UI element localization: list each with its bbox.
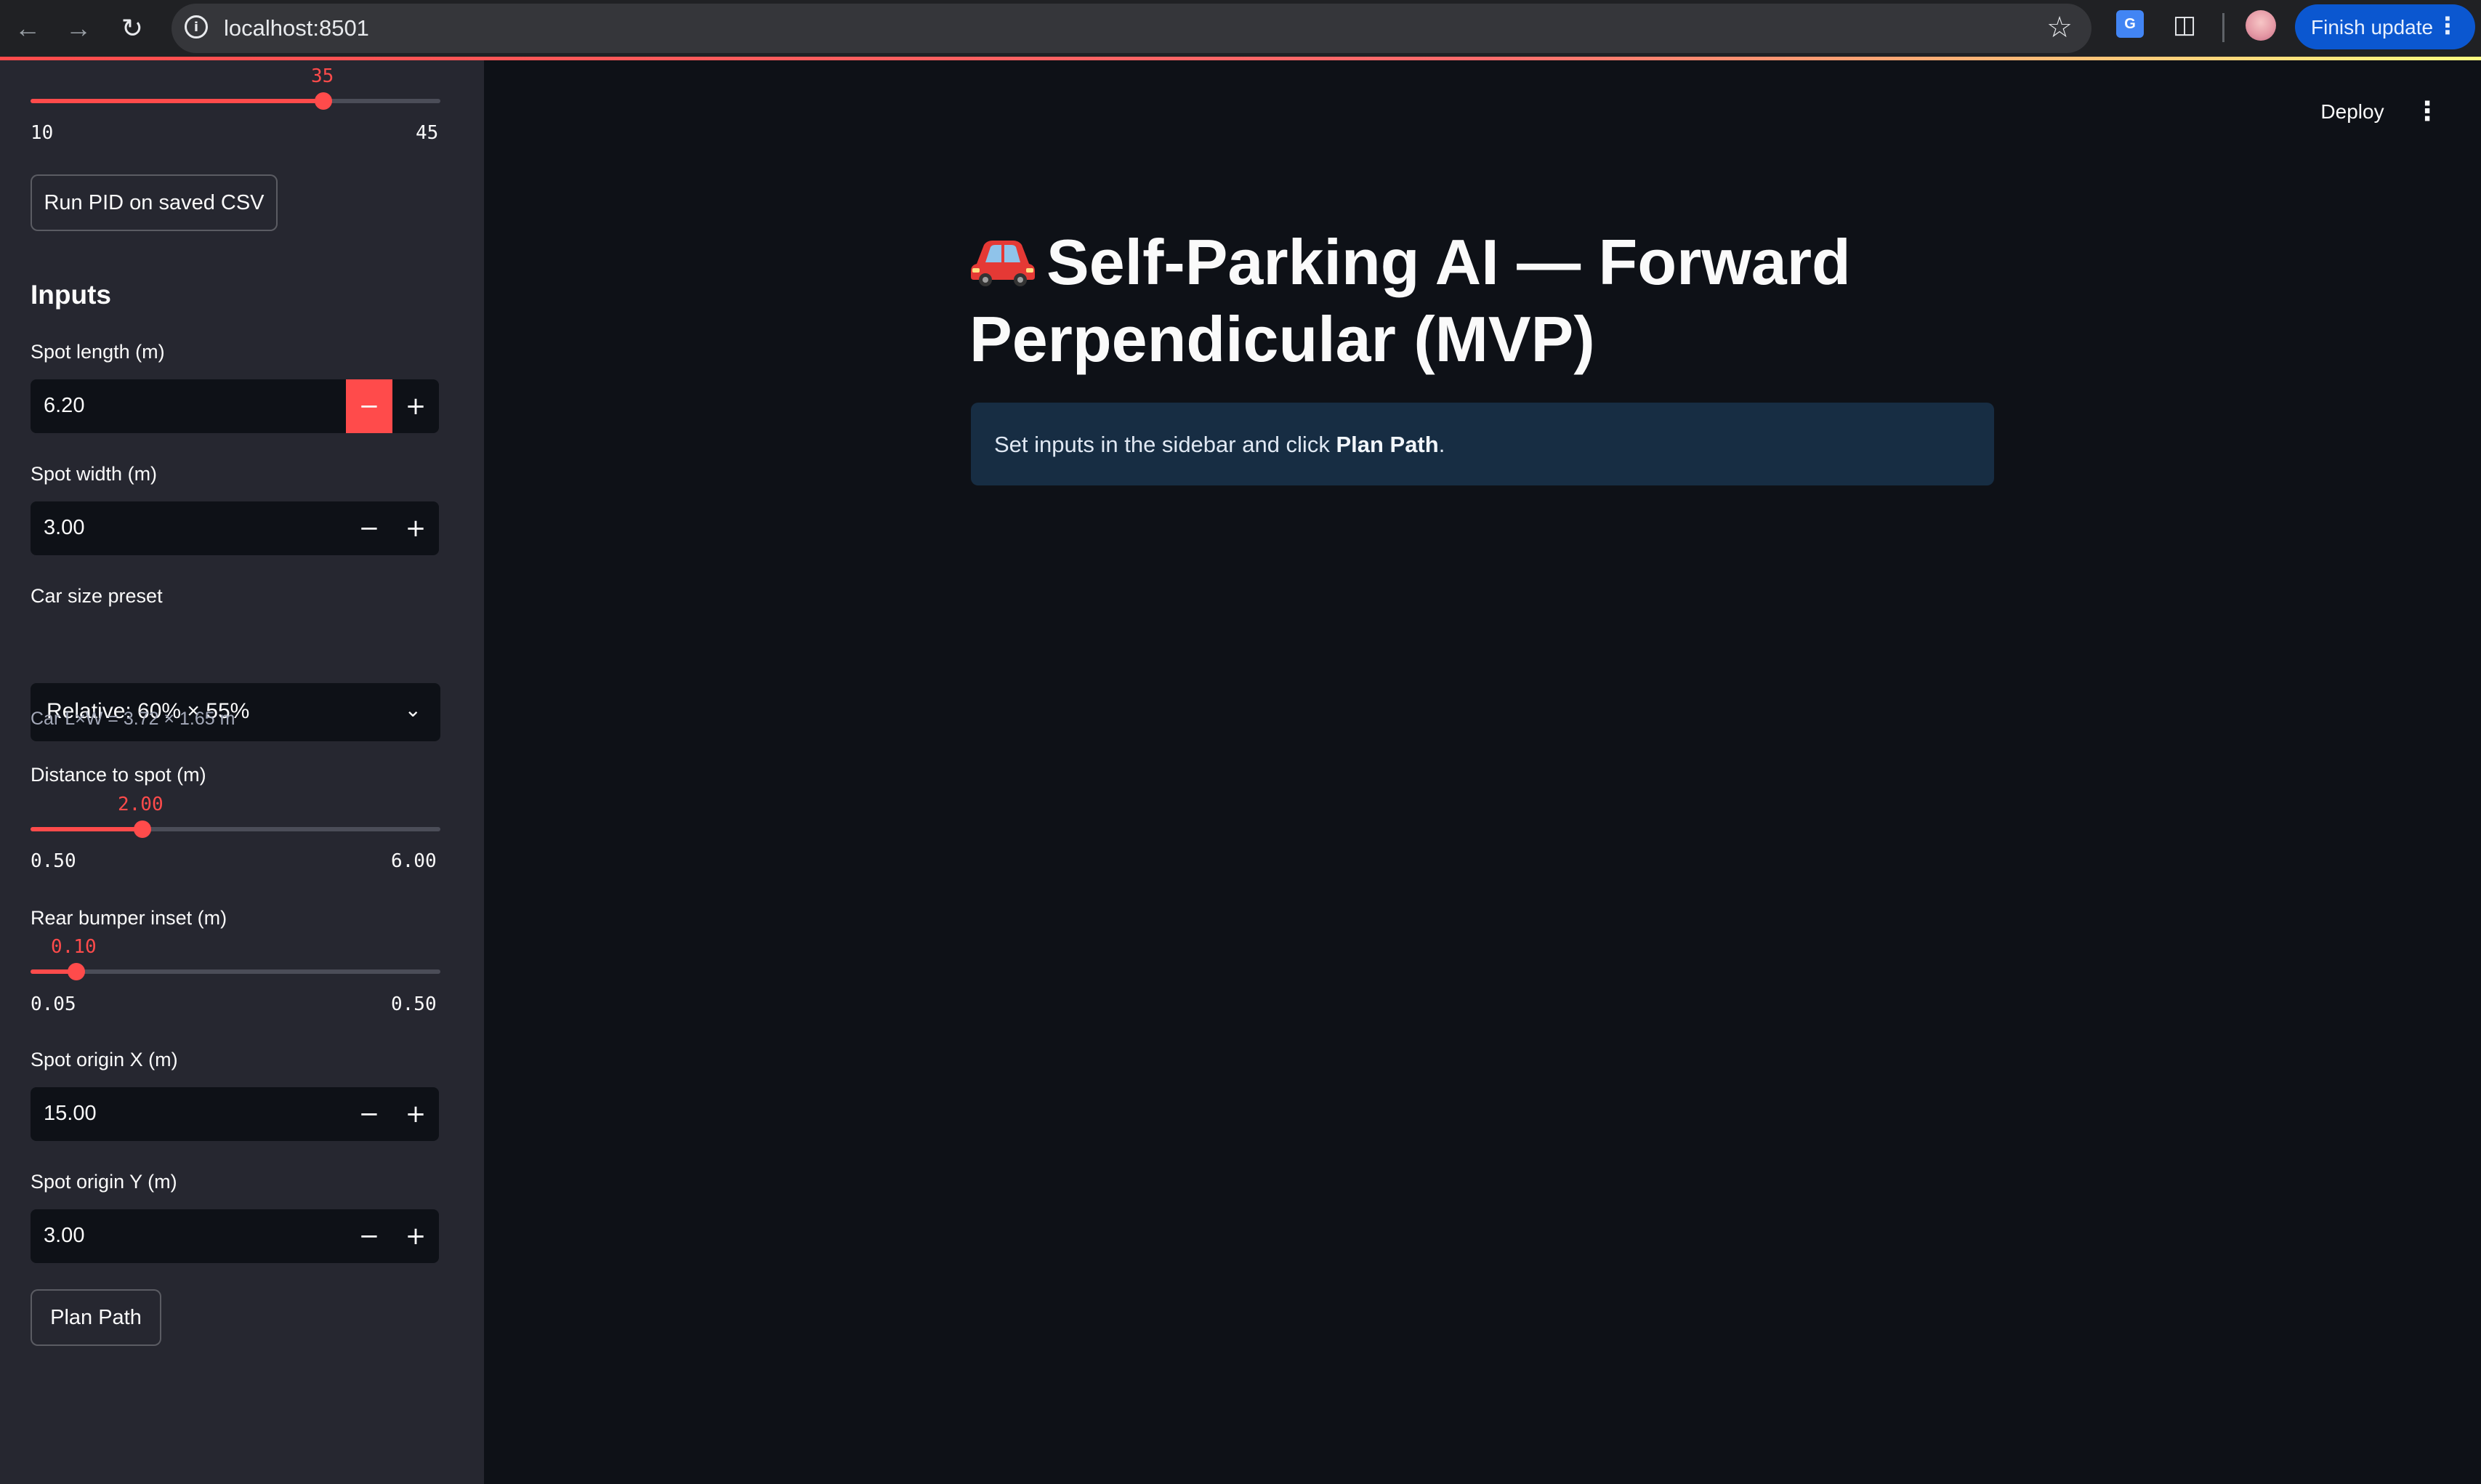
browser-menu-icon[interactable]: ⋮ <box>2436 12 2459 39</box>
info-alert: Set inputs in the sidebar and click Plan… <box>971 403 1994 485</box>
distance-slider-min: 0.50 <box>31 850 76 872</box>
info-text-bold: Plan Path <box>1336 432 1439 457</box>
rear-slider-max: 0.50 <box>391 993 437 1015</box>
spot-width-label: Spot width (m) <box>31 463 158 485</box>
translate-extension-icon[interactable]: G <box>2116 10 2144 38</box>
spot-origin-y-value[interactable]: 3.00 <box>44 1224 84 1248</box>
top-slider[interactable] <box>31 92 440 110</box>
rear-slider[interactable] <box>31 963 440 980</box>
spot-length-label: Spot length (m) <box>31 341 165 363</box>
top-slider-min: 10 <box>31 122 54 144</box>
car-dimensions-caption: Car L×W = 3.72 × 1.65 m <box>31 709 235 729</box>
top-slider-value: 35 <box>311 65 334 87</box>
main-menu-icon[interactable]: ⋮ <box>2413 93 2442 129</box>
spot-origin-y-label: Spot origin Y (m) <box>31 1171 177 1193</box>
spot-origin-x-input[interactable]: 15.00 − + <box>31 1087 439 1141</box>
spot-width-decrement-button[interactable]: − <box>346 501 392 555</box>
browser-toolbar: ← → ↻ i localhost:8501 ☆ G ◫ Finish upda… <box>0 0 2481 57</box>
rear-slider-value: 0.10 <box>51 936 97 958</box>
spot-origin-x-increment-button[interactable]: + <box>392 1087 439 1141</box>
spot-length-decrement-button[interactable]: − <box>346 379 392 433</box>
page-title-text: Self-Parking AI — Forward Perpendicular … <box>969 226 1851 375</box>
run-pid-button[interactable]: Run PID on saved CSV <box>31 174 278 231</box>
inputs-heading: Inputs <box>31 280 111 310</box>
distance-slider-value: 2.00 <box>118 794 164 815</box>
spot-origin-y-decrement-button[interactable]: − <box>346 1209 392 1263</box>
spot-length-value[interactable]: 6.20 <box>44 394 84 418</box>
extensions-puzzle-icon[interactable]: ◫ <box>2169 9 2200 41</box>
spot-origin-y-increment-button[interactable]: + <box>392 1209 439 1263</box>
car-size-label: Car size preset <box>31 585 163 607</box>
rear-slider-label: Rear bumper inset (m) <box>31 907 227 929</box>
spot-origin-x-label: Spot origin X (m) <box>31 1049 178 1070</box>
distance-slider-max: 6.00 <box>391 850 437 872</box>
spot-origin-y-input[interactable]: 3.00 − + <box>31 1209 439 1263</box>
reload-icon[interactable]: ↻ <box>113 9 151 47</box>
rear-slider-thumb[interactable] <box>67 963 85 980</box>
address-bar[interactable]: i localhost:8501 ☆ <box>172 4 2091 53</box>
finish-update-button[interactable]: Finish update ⋮ <box>2295 4 2475 49</box>
rear-slider-min: 0.05 <box>31 993 76 1015</box>
distance-slider-fill <box>31 827 142 831</box>
spot-length-input[interactable]: 6.20 − + <box>31 379 439 433</box>
top-slider-fill <box>31 99 323 103</box>
sidebar: 35 10 45 Run PID on saved CSV Inputs Spo… <box>0 60 484 1484</box>
spot-length-increment-button[interactable]: + <box>392 379 439 433</box>
toolbar-divider <box>2222 13 2224 42</box>
distance-slider-label: Distance to spot (m) <box>31 764 206 786</box>
info-text-suffix: . <box>1438 432 1445 457</box>
site-info-icon[interactable]: i <box>185 15 208 39</box>
distance-slider-thumb[interactable] <box>133 820 151 838</box>
chevron-down-icon[interactable]: ⌄ <box>405 698 421 722</box>
top-slider-thumb[interactable] <box>314 92 332 110</box>
spot-width-value[interactable]: 3.00 <box>44 516 84 540</box>
profile-avatar[interactable] <box>2246 10 2276 41</box>
back-icon[interactable]: ← <box>9 9 47 47</box>
info-alert-text: Set inputs in the sidebar and click Plan… <box>994 432 1445 458</box>
top-slider-max: 45 <box>416 122 439 144</box>
forward-icon[interactable]: → <box>60 9 97 47</box>
info-text-prefix: Set inputs in the sidebar and click <box>994 432 1336 457</box>
bookmark-star-icon[interactable]: ☆ <box>2046 11 2073 44</box>
distance-slider[interactable] <box>31 820 440 838</box>
deploy-button[interactable]: Deploy <box>2307 95 2398 129</box>
spot-width-increment-button[interactable]: + <box>392 501 439 555</box>
finish-update-label: Finish update <box>2311 16 2434 39</box>
spot-origin-x-decrement-button[interactable]: − <box>346 1087 392 1141</box>
plan-path-button[interactable]: Plan Path <box>31 1289 161 1346</box>
red-car-icon <box>971 241 1035 286</box>
spot-origin-x-value[interactable]: 15.00 <box>44 1102 97 1126</box>
address-url[interactable]: localhost:8501 <box>224 15 369 41</box>
page-title: Self-Parking AI — Forward Perpendicular … <box>969 224 2001 378</box>
spot-width-input[interactable]: 3.00 − + <box>31 501 439 555</box>
